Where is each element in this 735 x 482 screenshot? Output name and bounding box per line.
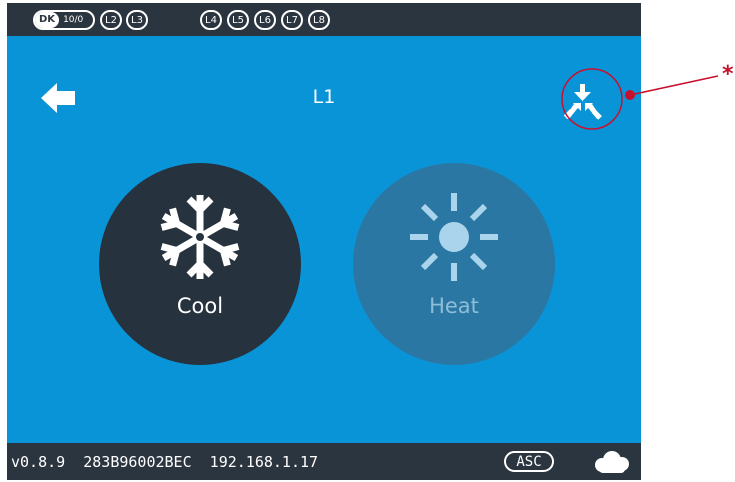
snowflake-icon [160, 195, 240, 279]
footer-bar: v0.8.9 283B96002BEC 192.168.1.17 ASC [7, 443, 641, 480]
level-pill-l2[interactable]: L2 [100, 10, 122, 30]
level-pill-l8[interactable]: L8 [308, 10, 330, 30]
heat-mode-label: Heat [429, 294, 479, 318]
cool-mode-button[interactable]: Cool [99, 163, 301, 365]
status-bar: DK 10/0 L2 L3 L4 L5 L6 L7 L8 [7, 3, 641, 36]
collapse-button[interactable] [560, 80, 606, 126]
sun-icon [410, 193, 498, 281]
cool-mode-label: Cool [176, 294, 224, 318]
collapse-arrows-icon [563, 84, 602, 120]
annotation-marker: * [722, 62, 734, 87]
annotation-leader-line [629, 75, 719, 96]
level-pill-l6[interactable]: L6 [254, 10, 276, 30]
device-screen: DK 10/0 L2 L3 L4 L5 L6 L7 L8 L1 Cool Hea… [7, 3, 641, 480]
cloud-icon [595, 451, 629, 473]
level-pill-l4[interactable]: L4 [200, 10, 222, 30]
dk-count: 10/0 [63, 15, 84, 25]
level-pill-l3[interactable]: L3 [126, 10, 148, 30]
device-info: v0.8.9 283B96002BEC 192.168.1.17 [11, 453, 319, 471]
page-title: L1 [312, 86, 336, 108]
asc-badge[interactable]: ASC [504, 451, 554, 472]
level-pill-l5[interactable]: L5 [227, 10, 249, 30]
dk-status-pill[interactable]: DK 10/0 [33, 10, 95, 30]
heat-mode-button[interactable]: Heat [353, 163, 555, 365]
dk-label: DK [35, 12, 60, 28]
level-pill-l7[interactable]: L7 [281, 10, 303, 30]
